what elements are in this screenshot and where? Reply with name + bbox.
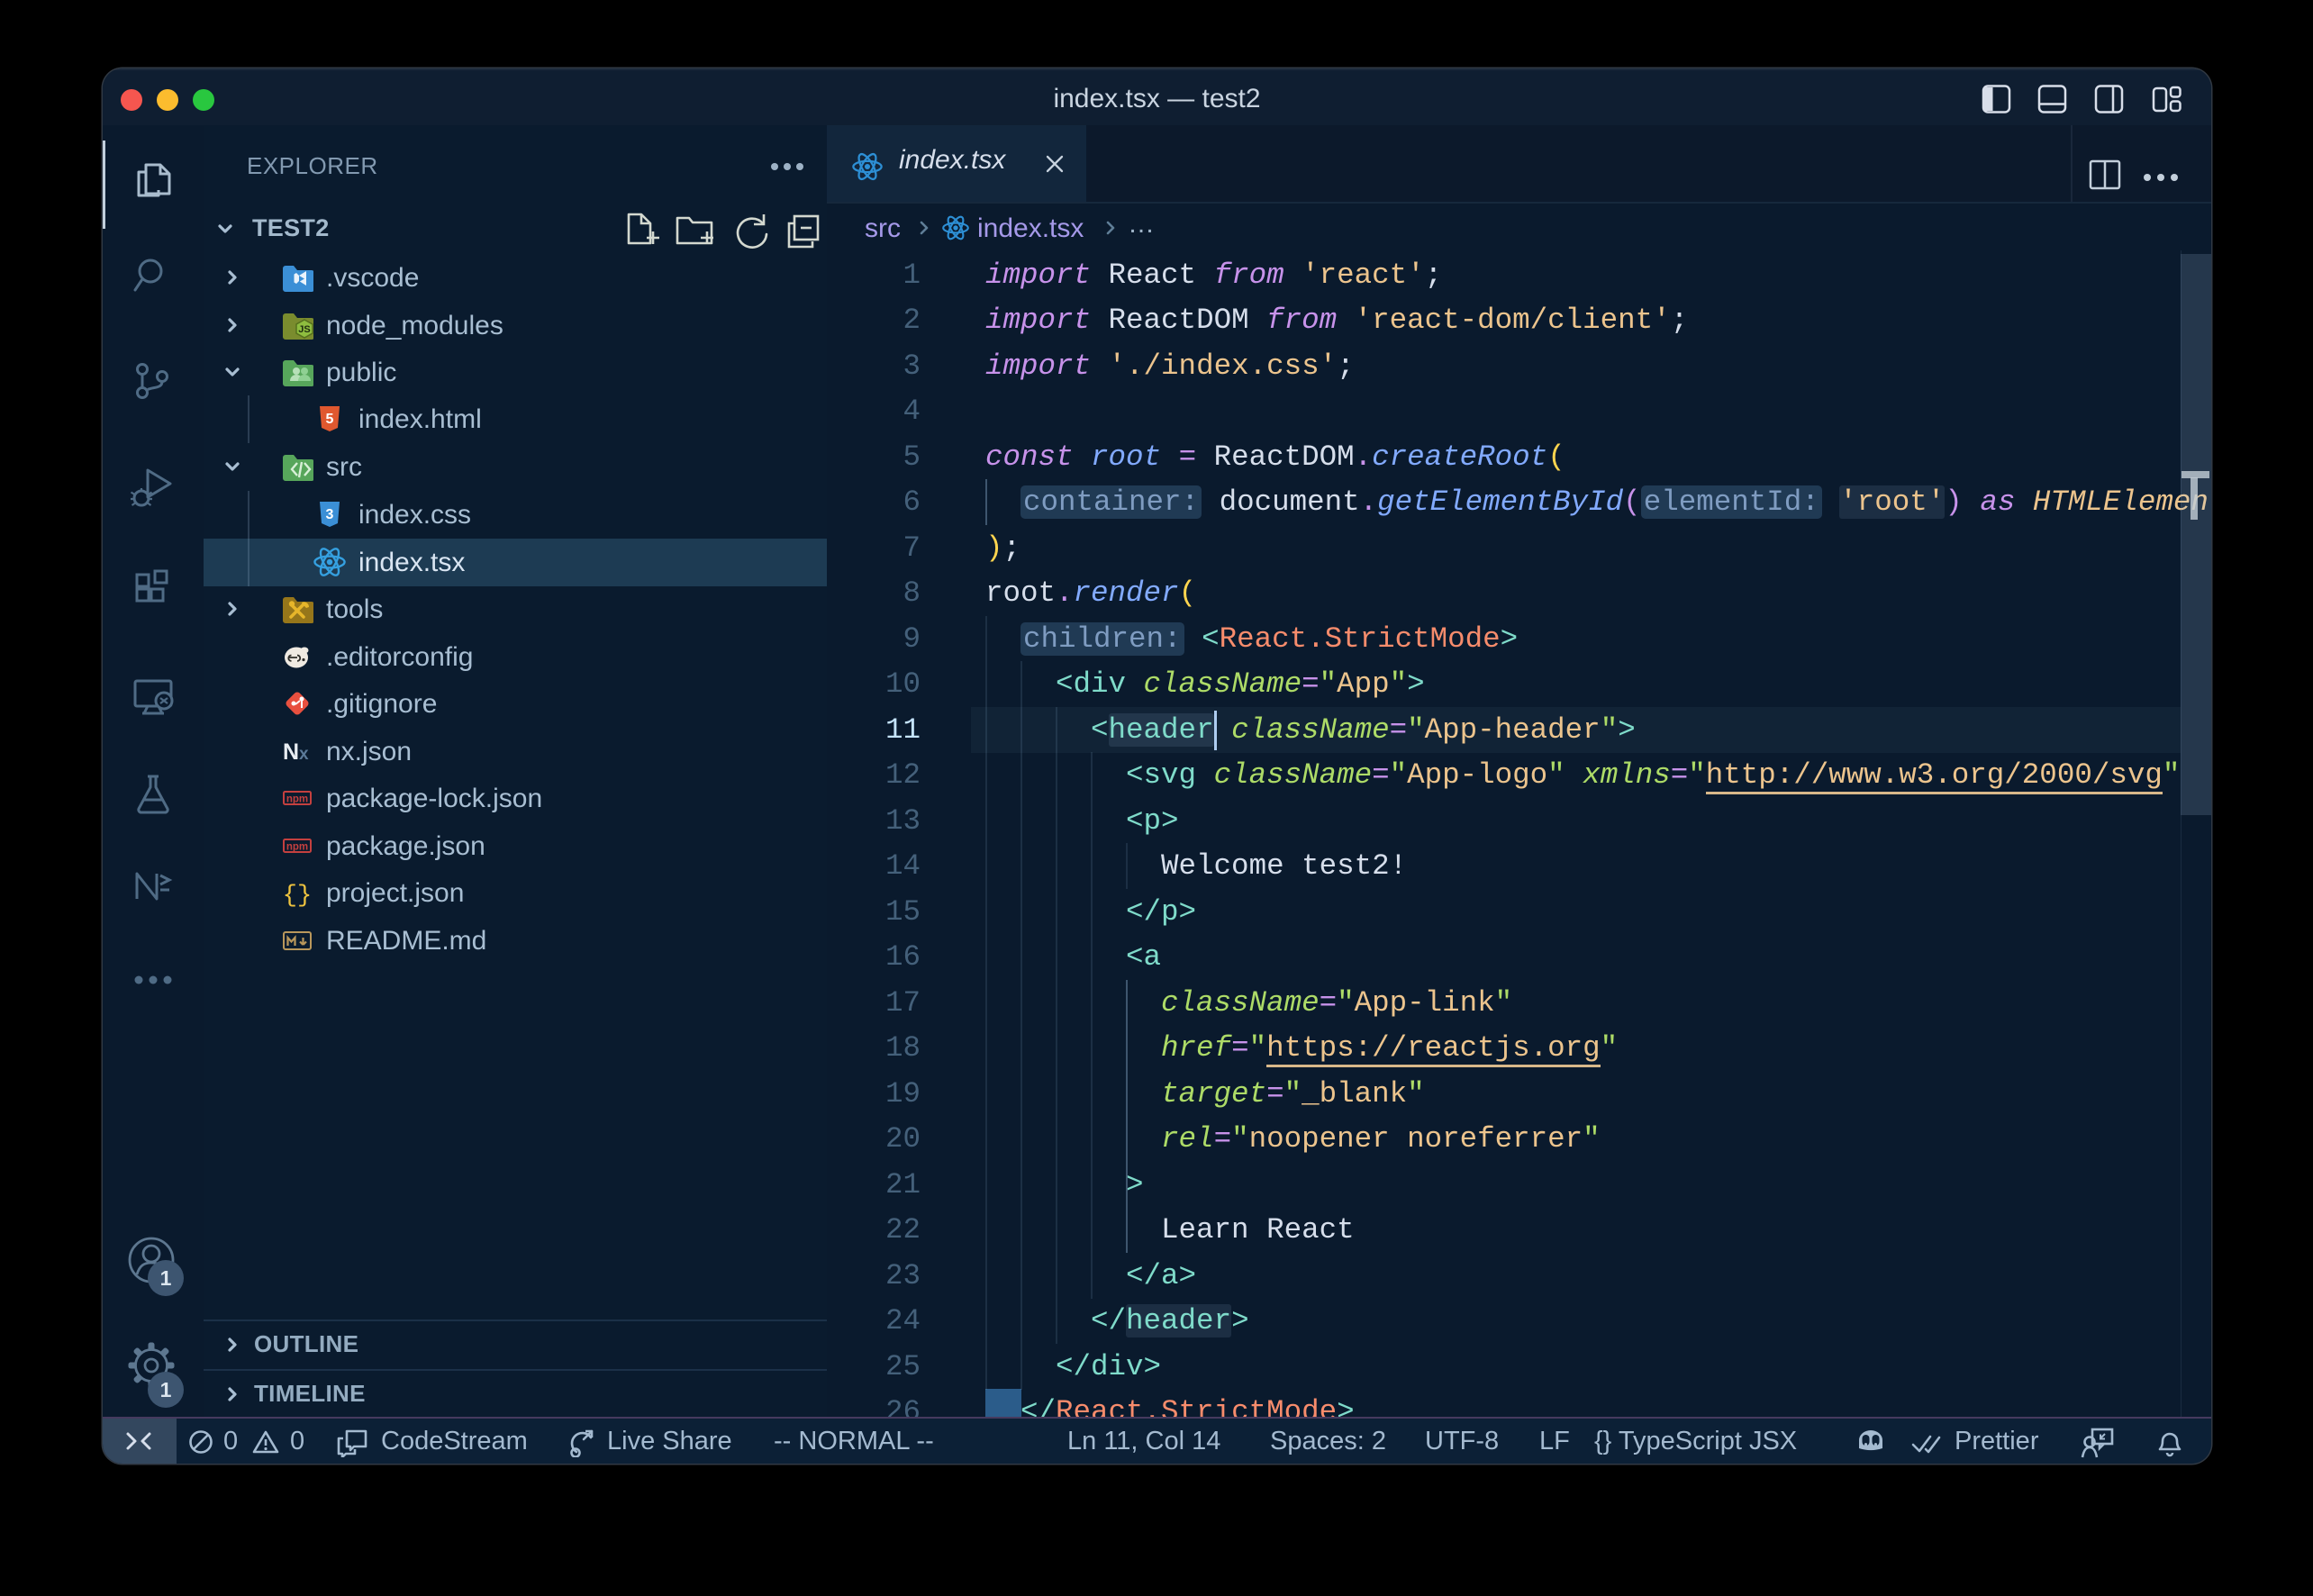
- svg-text:3: 3: [326, 507, 334, 522]
- svg-text:JS: JS: [298, 324, 310, 335]
- svg-text:x: x: [299, 745, 309, 764]
- svg-text:npm: npm: [286, 842, 308, 853]
- svg-text:N: N: [283, 739, 299, 765]
- svg-text:5: 5: [326, 412, 334, 427]
- svg-text:{}: {}: [283, 883, 312, 909]
- svg-text:npm: npm: [286, 794, 308, 805]
